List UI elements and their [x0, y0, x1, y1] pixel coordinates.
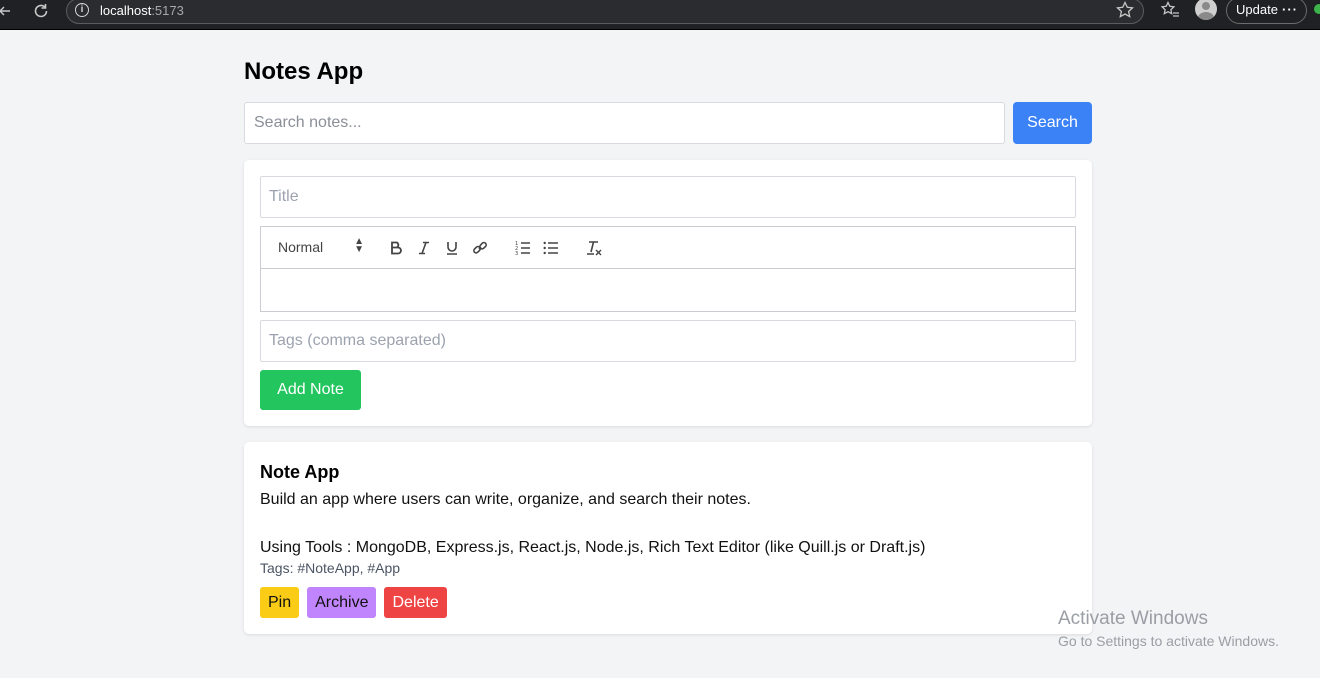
- search-input[interactable]: [244, 102, 1005, 144]
- note-actions: Pin Archive Delete: [260, 587, 447, 618]
- more-menu-icon[interactable]: ···: [1282, 0, 1298, 22]
- site-info-icon[interactable]: i: [75, 3, 89, 17]
- ordered-list-icon[interactable]: 123: [513, 238, 533, 258]
- watermark-title: Activate Windows: [1058, 608, 1208, 629]
- format-select-value: Normal: [278, 239, 324, 255]
- note-body: Build an app where users can write, orga…: [260, 488, 1076, 560]
- note-body-line: Using Tools : MongoDB, Express.js, React…: [260, 539, 926, 556]
- format-select[interactable]: Normal ▲ ▼: [278, 236, 364, 256]
- reload-icon[interactable]: [30, 0, 52, 22]
- note-title: Note App: [260, 462, 340, 482]
- status-dot-icon: [1314, 4, 1320, 14]
- bold-icon[interactable]: [386, 238, 406, 258]
- pin-button[interactable]: Pin: [260, 587, 300, 618]
- bookmark-star-icon[interactable]: [1115, 0, 1135, 25]
- italic-icon[interactable]: [414, 238, 434, 258]
- add-note-button[interactable]: Add Note: [260, 370, 361, 410]
- editor-toolbar: Normal ▲ ▼ 123: [260, 226, 1076, 269]
- note-form-card: Normal ▲▼ 123 Add Note: [244, 160, 1092, 426]
- delete-button[interactable]: Delete: [384, 587, 447, 618]
- back-arrow-icon[interactable]: [0, 0, 16, 22]
- note-body-line: Build an app where users can write, orga…: [260, 491, 751, 508]
- note-tags: Tags: #NoteApp, #App: [260, 560, 401, 576]
- rich-text-editor[interactable]: [260, 268, 1076, 312]
- select-arrows-icon: ▲ ▼: [354, 236, 364, 255]
- clear-format-icon[interactable]: [584, 238, 604, 258]
- tags-input[interactable]: [260, 320, 1076, 362]
- link-icon[interactable]: [470, 238, 490, 258]
- watermark-subtitle: Go to Settings to activate Windows.: [1058, 633, 1279, 649]
- note-card: Note App Build an app where users can wr…: [244, 442, 1092, 634]
- update-label: Update: [1236, 2, 1278, 17]
- archive-button[interactable]: Archive: [307, 587, 377, 618]
- update-button[interactable]: Update ···: [1226, 0, 1307, 24]
- note-body-spacer: [260, 512, 1076, 536]
- favorites-icon[interactable]: [1160, 0, 1180, 25]
- browser-toolbar: i localhost:5173 Update ···: [0, 0, 1320, 30]
- svg-text:3: 3: [515, 251, 518, 256]
- underline-icon[interactable]: [442, 238, 462, 258]
- search-button[interactable]: Search: [1013, 102, 1092, 144]
- bullet-list-icon[interactable]: [541, 238, 561, 258]
- activate-windows-watermark: Activate Windows Go to Settings to activ…: [1058, 608, 1279, 649]
- address-bar[interactable]: i localhost:5173: [66, 0, 1144, 24]
- title-input[interactable]: [260, 176, 1076, 218]
- url-text: localhost:5173: [100, 3, 184, 18]
- page-title: Notes App: [244, 58, 364, 85]
- profile-avatar[interactable]: [1195, 0, 1217, 20]
